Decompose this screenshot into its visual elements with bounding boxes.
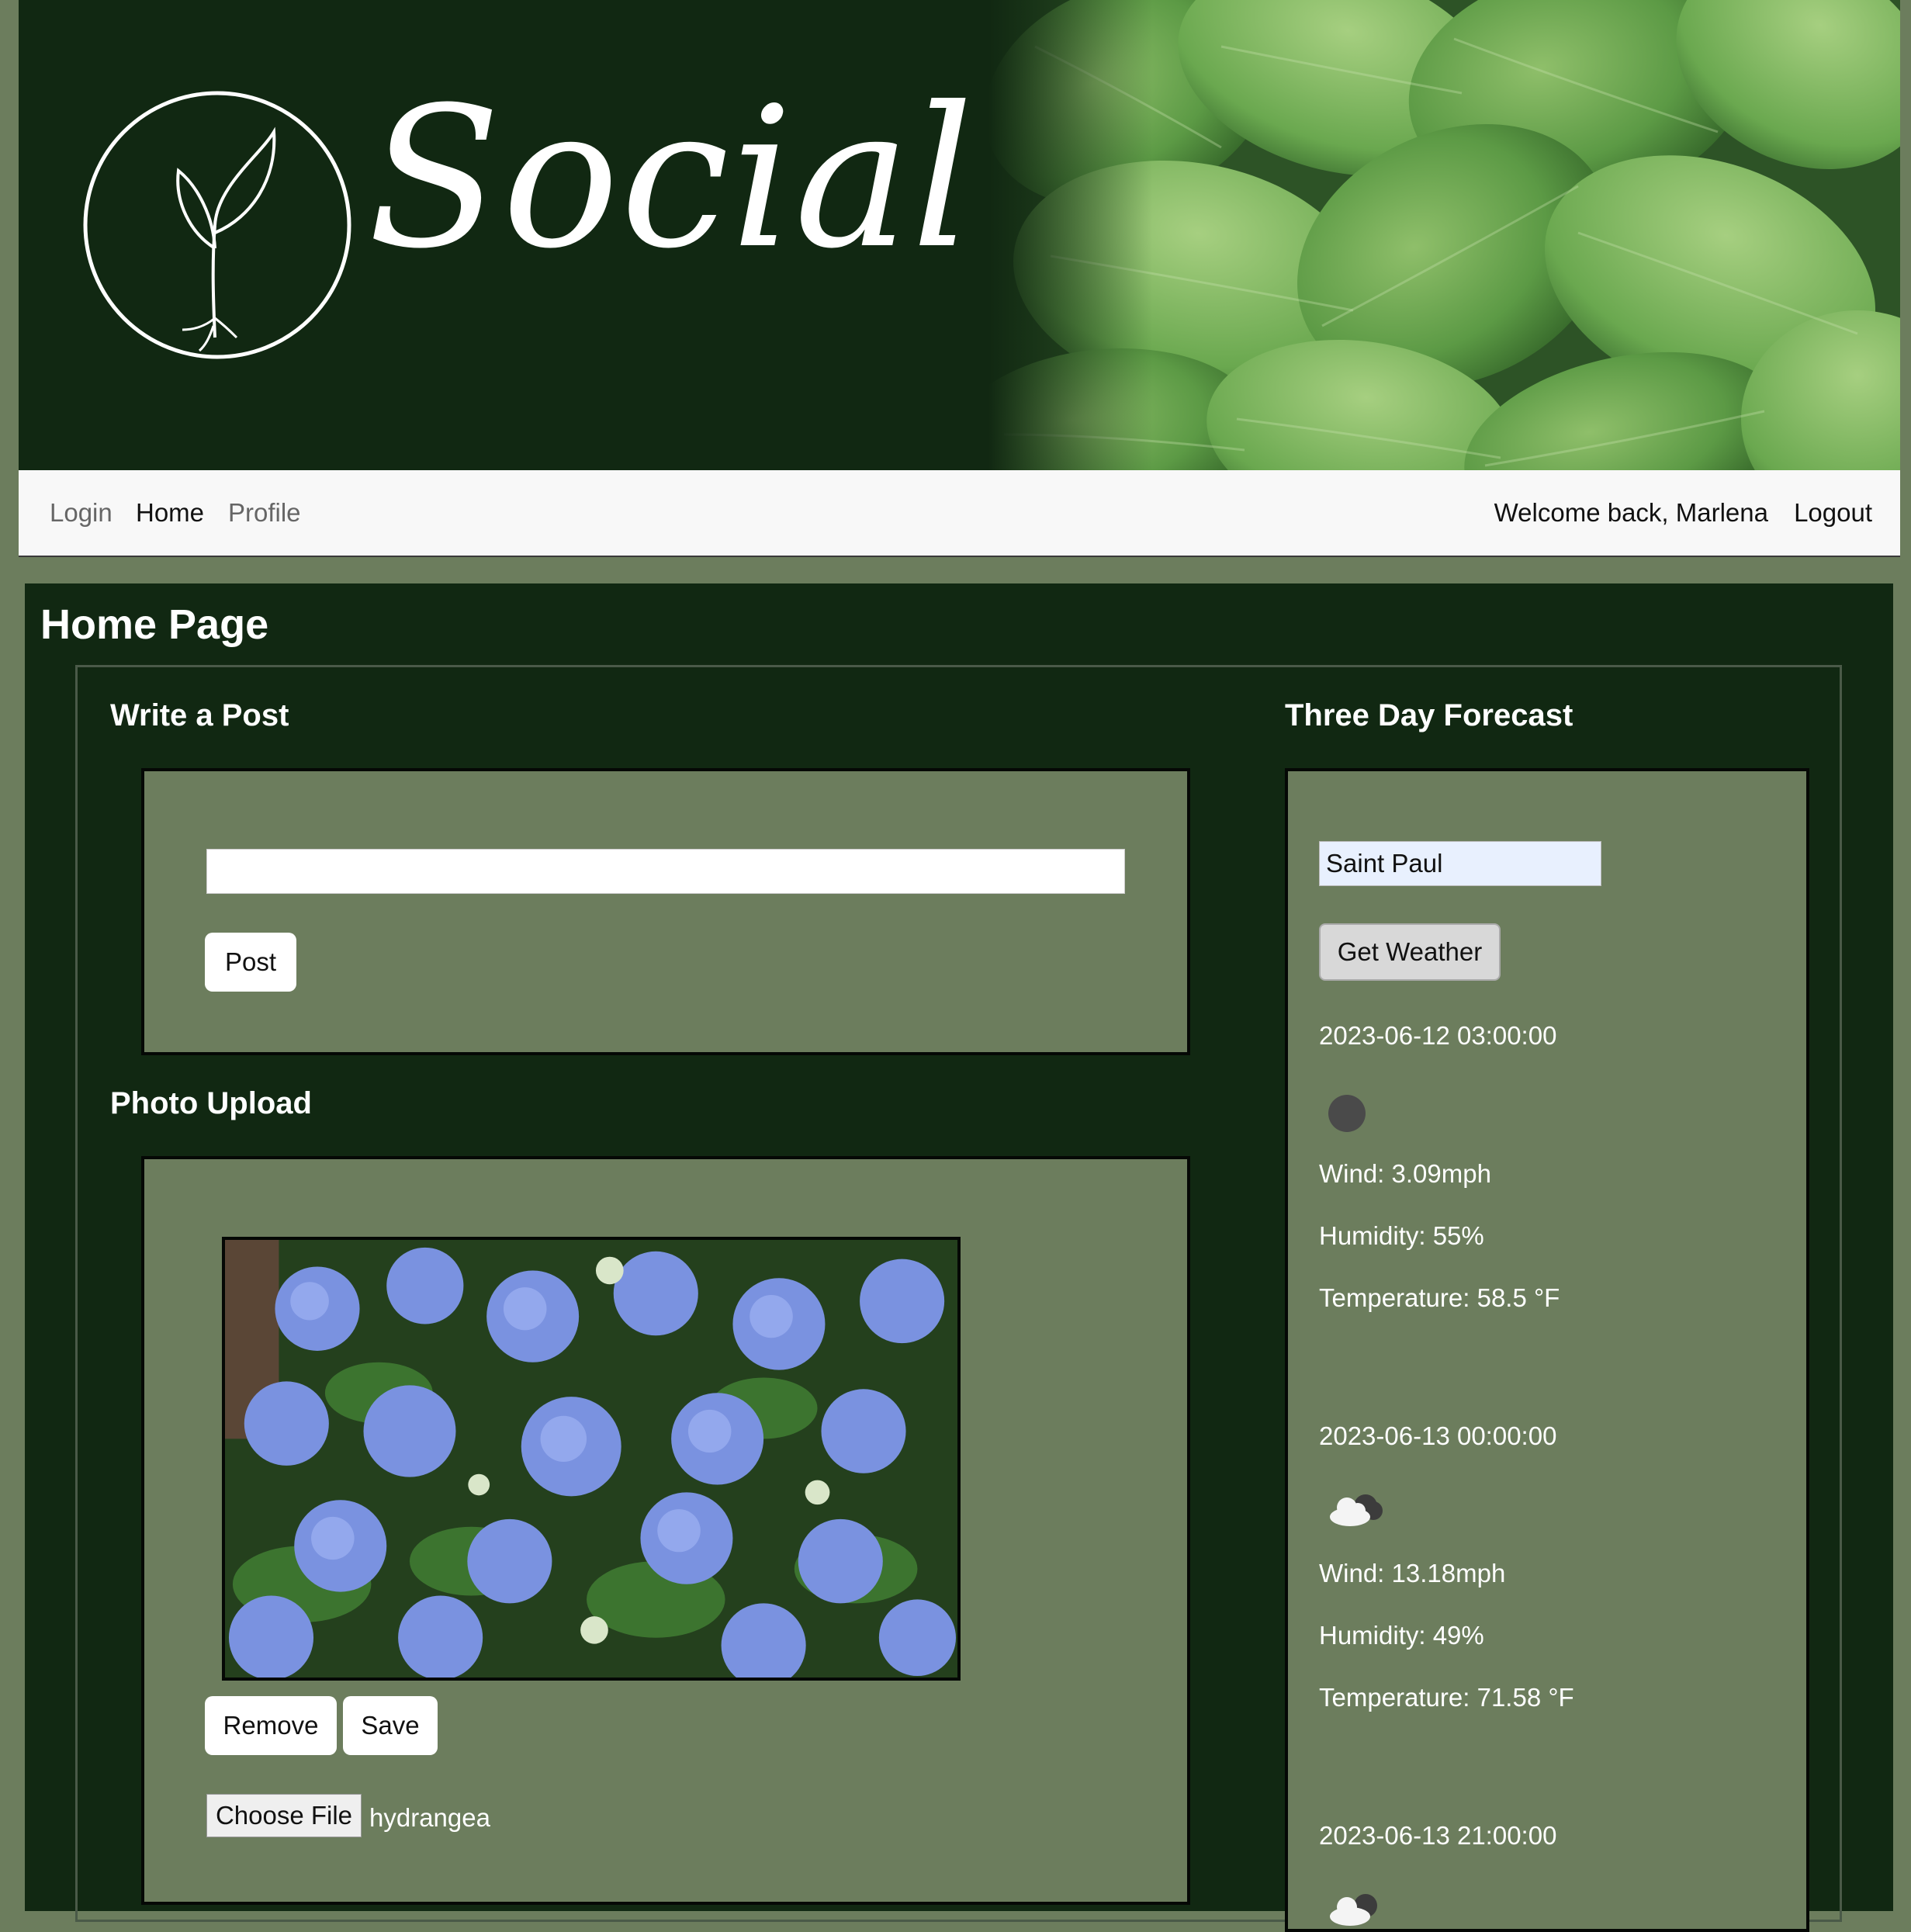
forecast-temperature: Temperature: 58.5 °F <box>1319 1283 1560 1312</box>
remove-photo-button[interactable]: Remove <box>205 1696 337 1755</box>
nav-login-link[interactable]: Login <box>50 498 113 528</box>
photo-upload-box: Remove Save Choose File hydrangea <box>141 1156 1190 1905</box>
forecast-humidity: Humidity: 49% <box>1319 1621 1484 1650</box>
logout-link[interactable]: Logout <box>1794 498 1872 528</box>
forecast-temperature: Temperature: 71.58 °F <box>1319 1683 1574 1712</box>
write-post-box: Post <box>141 768 1190 1055</box>
page-title: Home Page <box>40 601 269 648</box>
forecast-humidity: Humidity: 55% <box>1319 1221 1484 1250</box>
choose-file-button[interactable]: Choose File <box>206 1794 362 1837</box>
forecast-title: Three Day Forecast <box>1285 698 1573 732</box>
post-button[interactable]: Post <box>205 933 296 992</box>
main-panel: Home Page Write a Post Post Photo Upload <box>25 583 1893 1932</box>
forecast-datetime: 2023-06-13 21:00:00 <box>1319 1821 1557 1850</box>
photo-upload-title: Photo Upload <box>110 1086 312 1120</box>
header-banner: Social Garden <box>19 0 1900 470</box>
city-input[interactable]: Saint Paul <box>1319 841 1601 886</box>
partly-cloudy-night-icon <box>1330 1494 1383 1526</box>
content-frame: Write a Post Post Photo Upload Remove Sa… <box>75 665 1842 1932</box>
navbar: Login Home Profile Welcome back, Marlena… <box>19 470 1900 557</box>
selected-file-name: hydrangea <box>369 1803 490 1832</box>
get-weather-button[interactable]: Get Weather <box>1319 923 1501 981</box>
forecast-datetime: 2023-06-13 00:00:00 <box>1319 1421 1557 1450</box>
forecast-wind: Wind: 13.18mph <box>1319 1559 1506 1587</box>
nav-home-link[interactable]: Home <box>136 498 204 528</box>
partly-cloudy-night-icon <box>1330 1894 1377 1926</box>
forecast-datetime: 2023-06-12 03:00:00 <box>1319 1021 1557 1050</box>
save-photo-button[interactable]: Save <box>343 1696 438 1755</box>
hosta-leaves-image <box>988 0 1900 470</box>
nav-profile-link[interactable]: Profile <box>228 498 301 528</box>
night-clear-icon <box>1328 1095 1366 1132</box>
post-text-input[interactable] <box>206 849 1125 894</box>
welcome-message: Welcome back, Marlena <box>1494 498 1768 527</box>
forecast-wind: Wind: 3.09mph <box>1319 1159 1491 1188</box>
forecast-box: Saint Paul Get Weather 2023-06-12 03:00:… <box>1285 768 1809 1932</box>
write-post-title: Write a Post <box>110 698 289 732</box>
hydrangea-photo <box>222 1237 961 1681</box>
